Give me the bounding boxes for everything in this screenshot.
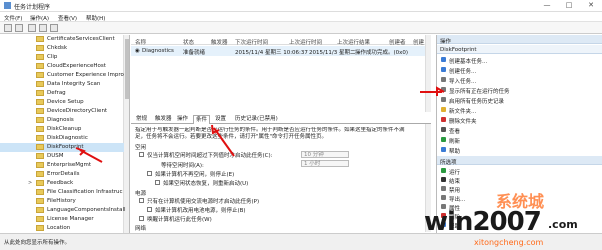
- watermark-suffix: .com: [548, 218, 578, 231]
- watermark-chars: 系统城: [496, 192, 545, 211]
- arrow-head-diskfootprint: [75, 147, 86, 156]
- arrow-to-conditions-tab: [213, 127, 235, 157]
- watermark-sub: xitongcheng.com: [474, 238, 544, 247]
